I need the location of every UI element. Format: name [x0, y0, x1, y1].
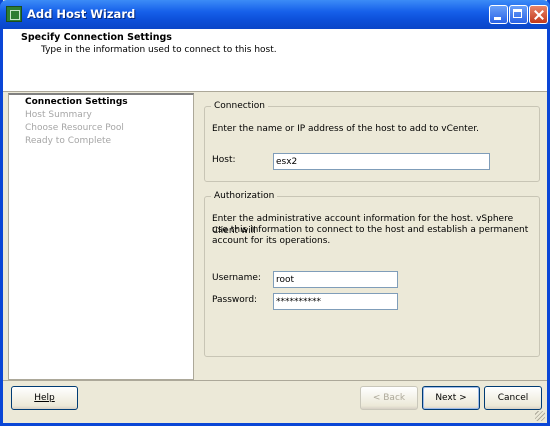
- wizard-content: Connection Enter the name or IP address …: [195, 93, 547, 380]
- help-button[interactable]: Help: [11, 386, 78, 410]
- title-bar[interactable]: Add Host Wizard: [0, 0, 550, 29]
- host-input[interactable]: [273, 153, 490, 170]
- back-button-label: < Back: [372, 393, 406, 403]
- host-label: Host:: [212, 155, 236, 165]
- username-input[interactable]: [273, 271, 398, 288]
- window-title: Add Host Wizard: [27, 7, 136, 21]
- maximize-button[interactable]: [509, 5, 528, 24]
- step-host-summary: Host Summary: [25, 110, 92, 120]
- step-connection-settings: Connection Settings: [25, 97, 128, 107]
- password-label: Password:: [212, 295, 258, 305]
- back-button[interactable]: < Back: [360, 386, 418, 410]
- cancel-button-label: Cancel: [497, 393, 529, 403]
- close-icon: [530, 6, 547, 23]
- authorization-description-line-3: account for its operations.: [212, 236, 331, 246]
- footer-divider: [3, 380, 547, 381]
- step-choose-resource-pool: Choose Resource Pool: [25, 123, 124, 133]
- app-icon: [6, 6, 22, 22]
- authorization-group: Authorization Enter the administrative a…: [204, 191, 540, 357]
- help-button-label: Help: [34, 393, 55, 403]
- connection-group: Connection Enter the name or IP address …: [204, 101, 540, 182]
- connection-legend: Connection: [211, 101, 268, 111]
- username-label: Username:: [212, 273, 261, 283]
- maximize-icon: [510, 6, 527, 23]
- page-title: Specify Connection Settings: [21, 32, 172, 43]
- next-button[interactable]: Next >: [422, 386, 480, 410]
- authorization-legend: Authorization: [211, 191, 278, 201]
- wizard-header: Specify Connection Settings Type in the …: [3, 29, 547, 92]
- password-input[interactable]: [273, 293, 398, 310]
- step-ready-to-complete: Ready to Complete: [25, 136, 112, 146]
- minimize-icon: [490, 6, 507, 23]
- page-subtitle: Type in the information used to connect …: [41, 45, 277, 55]
- next-button-label: Next >: [435, 393, 467, 403]
- connection-description: Enter the name or IP address of the host…: [212, 124, 479, 134]
- wizard-steps-panel: Connection Settings Host Summary Choose …: [8, 93, 194, 380]
- resize-grip-icon[interactable]: [535, 411, 545, 421]
- close-button[interactable]: [529, 5, 548, 24]
- cancel-button[interactable]: Cancel: [484, 386, 542, 410]
- minimize-button[interactable]: [489, 5, 508, 24]
- wizard-window: Add Host Wizard Specify Connection Setti…: [0, 0, 550, 426]
- authorization-description-line-2: use this information to connect to the h…: [212, 225, 529, 235]
